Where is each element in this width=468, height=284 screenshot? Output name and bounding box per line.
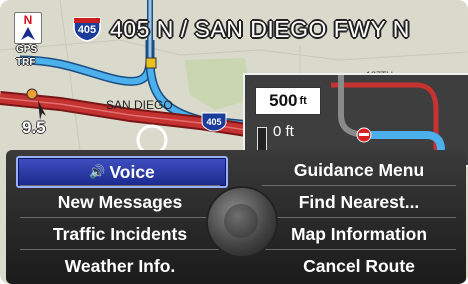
distance-unit: ft: [299, 95, 307, 107]
menu-divider: [20, 217, 220, 218]
menu-divider: [262, 249, 456, 250]
traffic-indicator: TRF: [16, 57, 36, 68]
selector-knob[interactable]: [206, 186, 278, 258]
street-label: SAN DIEGO: [106, 98, 173, 112]
compass-heading: N: [23, 13, 33, 27]
menu-item-new-messages[interactable]: New Messages: [16, 188, 224, 216]
distance-zero-label: 0 ft: [273, 123, 294, 140]
map-shield-icon: 405: [200, 112, 228, 132]
menu-item-voice[interactable]: 🔊 Voice: [16, 156, 228, 188]
menu-item-cancel-route[interactable]: Cancel Route: [258, 252, 460, 280]
distance-value: 500: [269, 91, 298, 110]
menu-divider: [262, 217, 456, 218]
banner-shield-number: 405: [77, 24, 97, 36]
menu-item-traffic-incidents[interactable]: Traffic Incidents: [16, 220, 224, 248]
menu-item-map-information[interactable]: Map Information: [258, 220, 460, 248]
menu-item-weather-info[interactable]: Weather Info.: [16, 252, 224, 280]
map-scale[interactable]: 9.5: [22, 118, 46, 138]
menu-item-label: Voice: [109, 162, 155, 182]
route-banner: 405 405 N / SAN DIEGO FWY N: [72, 14, 410, 44]
menu-divider: [20, 249, 220, 250]
menu-divider: [262, 185, 456, 186]
compass-icon[interactable]: N: [14, 12, 42, 44]
gps-indicator: GPS: [16, 44, 38, 55]
navigation-screen: N GPS TRF 405 405 N / SAN DIEGO FWY N SA…: [0, 0, 468, 284]
selector-knob-center[interactable]: [224, 204, 258, 238]
map-shield-number: 405: [206, 117, 222, 127]
menu-divider: [20, 185, 220, 186]
menu-item-guidance-menu[interactable]: Guidance Menu: [258, 156, 460, 184]
compass-arrow-icon: [21, 27, 35, 40]
route-name: 405 N / SAN DIEGO FWY N: [110, 15, 410, 42]
distance-display: 500 ft: [255, 87, 321, 115]
menu-item-find-nearest[interactable]: Find Nearest...: [258, 188, 460, 216]
interstate-shield-icon: 405: [72, 16, 102, 42]
speaker-icon: 🔊: [89, 164, 106, 179]
